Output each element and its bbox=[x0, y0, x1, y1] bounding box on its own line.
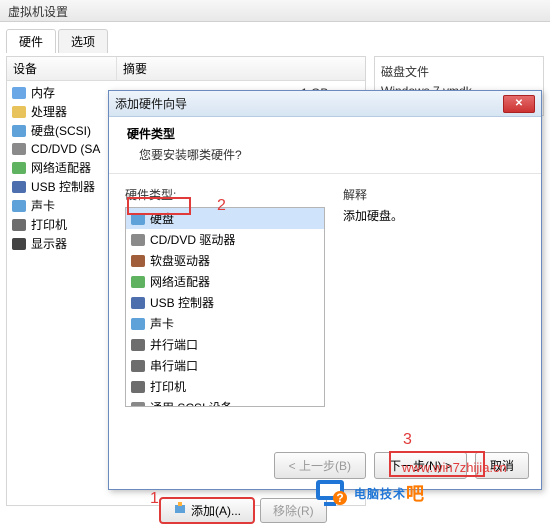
hardware-type-item[interactable]: 串行端口 bbox=[126, 355, 324, 376]
add-hardware-wizard: 添加硬件向导 ✕ 硬件类型 您要安装哪类硬件? 硬件类型: 硬盘CD/DVD 驱… bbox=[108, 90, 542, 490]
hardware-item-label: 串行端口 bbox=[150, 357, 198, 374]
device-icon bbox=[11, 236, 27, 252]
device-icon bbox=[11, 160, 27, 176]
annotation-number-3: 3 bbox=[403, 431, 412, 449]
hardware-type-item[interactable]: 软盘驱动器 bbox=[126, 250, 324, 271]
hardware-icon bbox=[130, 274, 146, 290]
hardware-type-item[interactable]: 并行端口 bbox=[126, 334, 324, 355]
wizard-body: 硬件类型: 硬盘CD/DVD 驱动器软盘驱动器网络适配器USB 控制器声卡并行端… bbox=[109, 174, 541, 419]
wizard-left: 硬件类型: 硬盘CD/DVD 驱动器软盘驱动器网络适配器USB 控制器声卡并行端… bbox=[125, 186, 325, 407]
annotation-number-2: 2 bbox=[217, 197, 226, 215]
hardware-item-label: 软盘驱动器 bbox=[150, 252, 210, 269]
hardware-item-label: 通用 SCSI 设备 bbox=[150, 399, 233, 407]
explain-label: 解释 bbox=[343, 186, 525, 203]
col-summary: 摘要 bbox=[117, 57, 365, 80]
hardware-icon bbox=[130, 316, 146, 332]
wizard-titlebar[interactable]: 添加硬件向导 ✕ bbox=[109, 91, 541, 117]
annotation-number-1: 1 bbox=[150, 490, 159, 508]
next-button[interactable]: 下一步(N) > bbox=[374, 452, 467, 479]
hardware-item-label: 声卡 bbox=[150, 315, 174, 332]
device-icon bbox=[11, 85, 27, 101]
hardware-item-label: 打印机 bbox=[150, 378, 186, 395]
device-icon bbox=[11, 179, 27, 195]
back-button[interactable]: < 上一步(B) bbox=[274, 452, 366, 479]
hardware-type-item[interactable]: 打印机 bbox=[126, 376, 324, 397]
wizard-right: 解释 添加硬盘。 bbox=[343, 186, 525, 407]
hardware-type-item[interactable]: CD/DVD 驱动器 bbox=[126, 229, 324, 250]
cancel-button[interactable]: 取消 bbox=[475, 452, 529, 479]
device-icon bbox=[11, 123, 27, 139]
hardware-type-item[interactable]: 网络适配器 bbox=[126, 271, 324, 292]
hardware-icon bbox=[130, 295, 146, 311]
hardware-icon bbox=[130, 400, 146, 408]
hardware-icon bbox=[130, 211, 146, 227]
hardware-type-list[interactable]: 硬盘 CD/DVD 驱动器软盘驱动器网络适配器 USB 控制器声卡并行端口串行端口打… bbox=[125, 207, 325, 407]
tab-options[interactable]: 选项 bbox=[58, 29, 108, 53]
wizard-header-title: 硬件类型 bbox=[127, 125, 523, 142]
wizard-footer: < 上一步(B) 下一步(N) > 取消 bbox=[274, 452, 529, 479]
hardware-type-item[interactable]: 通用 SCSI 设备 bbox=[126, 397, 324, 407]
explain-text: 添加硬盘。 bbox=[343, 207, 525, 224]
hardware-type-item[interactable]: USB 控制器 bbox=[126, 292, 324, 313]
tab-hardware[interactable]: 硬件 bbox=[6, 29, 56, 53]
window-titlebar: 虚拟机设置 bbox=[0, 0, 550, 22]
close-button[interactable]: ✕ bbox=[503, 95, 535, 113]
add-button[interactable]: 添加(A)... bbox=[160, 498, 254, 523]
add-icon bbox=[173, 502, 187, 519]
hardware-type-item[interactable]: 声卡 bbox=[126, 313, 324, 334]
wizard-header-subtitle: 您要安装哪类硬件? bbox=[127, 146, 523, 163]
disk-file-label: 磁盘文件 bbox=[381, 63, 537, 80]
wizard-title: 添加硬件向导 bbox=[115, 95, 187, 112]
hardware-item-label: USB 控制器 bbox=[150, 294, 214, 311]
device-icon bbox=[11, 104, 27, 120]
device-icon bbox=[11, 198, 27, 214]
hardware-item-label: 网络适配器 bbox=[150, 273, 210, 290]
hardware-icon bbox=[130, 337, 146, 353]
window-title: 虚拟机设置 bbox=[8, 5, 68, 19]
hardware-icon bbox=[130, 358, 146, 374]
device-icon bbox=[11, 141, 27, 157]
wizard-header: 硬件类型 您要安装哪类硬件? bbox=[109, 117, 541, 174]
hardware-icon bbox=[130, 232, 146, 248]
col-device: 设备 bbox=[7, 57, 117, 80]
device-list-header: 设备 摘要 bbox=[7, 57, 365, 81]
device-icon bbox=[11, 217, 27, 233]
hardware-item-label: 并行端口 bbox=[150, 336, 198, 353]
hardware-item-label: 硬盘 bbox=[150, 210, 174, 227]
tab-strip: 硬件 选项 bbox=[6, 28, 544, 52]
remove-button[interactable]: 移除(R) bbox=[260, 498, 327, 523]
hardware-item-label: CD/DVD 驱动器 bbox=[150, 231, 235, 248]
hardware-icon bbox=[130, 253, 146, 269]
bottom-buttons: 添加(A)... 移除(R) bbox=[160, 498, 327, 523]
hardware-icon bbox=[130, 379, 146, 395]
